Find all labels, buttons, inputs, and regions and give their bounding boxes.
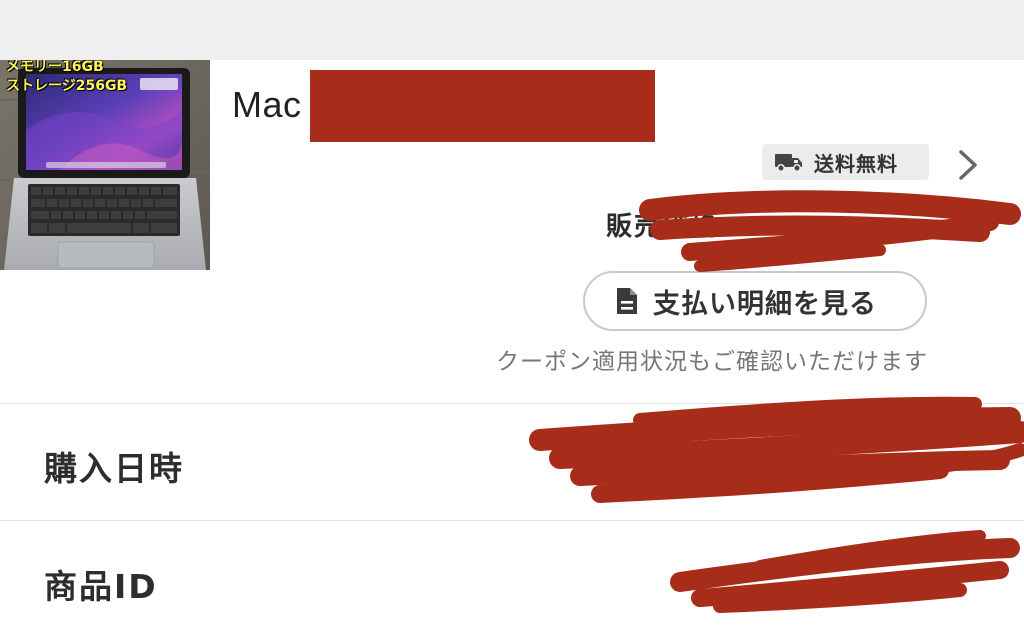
item-id-label: 商品ID xyxy=(44,567,158,606)
product-title[interactable]: Mac xyxy=(232,84,302,126)
thumbnail-spec-storage: ストレージ256GB xyxy=(6,78,128,94)
chevron-right-icon[interactable] xyxy=(955,148,981,182)
truck-icon xyxy=(775,154,802,172)
product-thumbnail[interactable]: メモリー16GB ストレージ256GB xyxy=(0,60,210,270)
document-icon xyxy=(617,288,637,314)
redaction-mark xyxy=(310,70,655,142)
divider xyxy=(0,403,1024,404)
price-label: 販売価格 xyxy=(606,212,719,242)
free-shipping-label: 送料無料 xyxy=(814,151,898,176)
coupon-note: クーポン適用状況もご確認いただけます xyxy=(496,349,928,375)
transaction-screen: メモリー16GB ストレージ256GB Mac 送料無料 販売価格 支払い明細を… xyxy=(0,0,1024,625)
payment-details-label: 支払い明細を見る xyxy=(653,288,877,320)
free-shipping-badge: 送料無料 xyxy=(762,144,929,180)
thumbnail-spec-overlay: メモリー16GB ストレージ256GB xyxy=(6,60,127,96)
purchase-datetime-label: 購入日時 xyxy=(44,449,184,488)
top-bar xyxy=(0,0,1024,60)
payment-details-button[interactable]: 支払い明細を見る xyxy=(583,271,927,331)
divider xyxy=(0,520,1024,521)
thumbnail-spec-memory: メモリー16GB xyxy=(6,60,104,75)
